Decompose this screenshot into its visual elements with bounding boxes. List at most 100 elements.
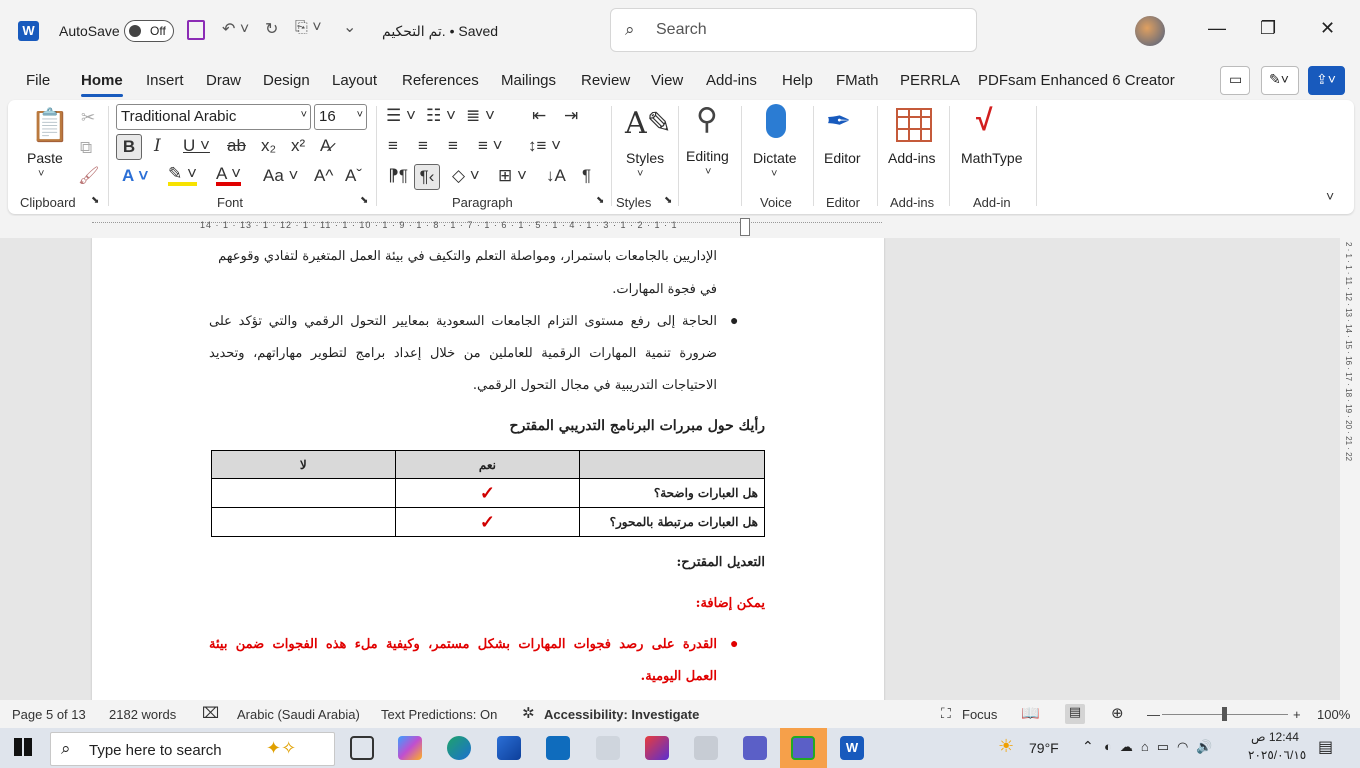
tab-fmath[interactable]: FMath bbox=[836, 72, 879, 89]
share-button[interactable]: ⇪˅ bbox=[1308, 66, 1345, 95]
justify-icon[interactable]: ≡ ˅ bbox=[478, 136, 503, 156]
editing-icon[interactable]: ⚲ bbox=[696, 102, 718, 137]
ltr-icon[interactable]: ⁋¶ bbox=[388, 166, 408, 186]
borders-icon[interactable]: ⊞ ˅ bbox=[498, 166, 527, 186]
cut-icon[interactable]: ✂ bbox=[81, 108, 95, 128]
grow-font-icon[interactable]: A^ bbox=[314, 166, 333, 186]
add-ins-icon[interactable] bbox=[896, 108, 932, 142]
notifications-icon[interactable]: ▤ bbox=[1318, 737, 1333, 757]
paste-format-icon[interactable]: ⎘ ˅ bbox=[295, 19, 322, 37]
font-launcher-icon[interactable]: ⬊ bbox=[360, 195, 368, 206]
document-page[interactable]: الإداريين بالجامعات باستمرار، ومواصلة ال… bbox=[92, 238, 884, 700]
minimize-icon[interactable]: — bbox=[1208, 18, 1226, 39]
edge-icon[interactable] bbox=[447, 736, 471, 760]
tab-review[interactable]: Review bbox=[581, 72, 630, 89]
show-hidden-icons[interactable]: ⌃ bbox=[1082, 738, 1094, 755]
paragraph-launcher-icon[interactable]: ⬊ bbox=[596, 195, 604, 206]
dictate-dropdown-icon[interactable]: ˅ bbox=[771, 168, 777, 180]
editor-icon[interactable]: ✒ bbox=[826, 104, 851, 139]
zoom-in-icon[interactable]: + bbox=[1293, 707, 1301, 722]
strikethrough-button[interactable]: ab bbox=[227, 136, 246, 156]
comments-button[interactable]: ▭ bbox=[1220, 66, 1250, 95]
clipboard-launcher-icon[interactable]: ⬊ bbox=[91, 195, 99, 206]
mathtype-button[interactable]: MathType bbox=[961, 150, 1022, 166]
bold-button[interactable]: B bbox=[116, 134, 142, 160]
tab-view[interactable]: View bbox=[651, 72, 683, 89]
underline-button[interactable]: U ˅ bbox=[183, 136, 210, 156]
increase-indent-icon[interactable]: ⇥ bbox=[564, 106, 578, 126]
dictate-button[interactable]: Dictate bbox=[753, 150, 797, 166]
clear-formatting-icon[interactable]: A̷ bbox=[320, 136, 331, 156]
font-name-select[interactable]: Traditional Arabic ˅ bbox=[116, 104, 311, 130]
copilot-icon[interactable] bbox=[398, 736, 422, 760]
decrease-indent-icon[interactable]: ⇤ bbox=[532, 106, 546, 126]
task-view-icon[interactable] bbox=[350, 736, 374, 760]
proofing-icon[interactable]: ⌧ bbox=[202, 704, 219, 722]
focus-button[interactable]: Focus bbox=[962, 707, 997, 722]
accessibility-status[interactable]: Accessibility: Investigate bbox=[544, 707, 699, 722]
restore-icon[interactable]: ❐ bbox=[1260, 18, 1276, 39]
tab-help[interactable]: Help bbox=[782, 72, 813, 89]
tab-insert[interactable]: Insert bbox=[146, 72, 184, 89]
tab-home[interactable]: Home bbox=[81, 72, 123, 97]
editing-dropdown-icon[interactable]: ˅ bbox=[705, 166, 711, 178]
align-right-icon[interactable]: ≡ bbox=[448, 136, 458, 156]
teams-work-icon[interactable] bbox=[791, 736, 815, 760]
styles-dropdown-icon[interactable]: ˅ bbox=[637, 168, 643, 180]
vertical-ruler[interactable]: 2 · 1 · 1 · 11 · 12 · 13 · 14 · 15 · 16 … bbox=[1340, 238, 1360, 700]
customize-qat-icon[interactable]: ⌄ bbox=[343, 17, 356, 37]
add-ins-button[interactable]: Add-ins bbox=[888, 150, 935, 166]
shrink-font-icon[interactable]: Aˇ bbox=[345, 166, 362, 186]
align-center-icon[interactable]: ≡ bbox=[418, 136, 428, 156]
page-count[interactable]: Page 5 of 13 bbox=[12, 707, 86, 722]
microphone-icon[interactable] bbox=[766, 104, 786, 138]
store-icon[interactable] bbox=[497, 736, 521, 760]
tray-icons[interactable]: ◐☁⌂▭◠🔊 bbox=[1104, 739, 1221, 755]
avatar[interactable] bbox=[1135, 16, 1165, 46]
redo-icon[interactable]: ↻ bbox=[265, 19, 278, 39]
collapse-ribbon-icon[interactable]: ˅ bbox=[1326, 188, 1334, 204]
paste-icon[interactable]: 📋 bbox=[30, 106, 70, 144]
change-case-icon[interactable]: Aa ˅ bbox=[263, 166, 298, 186]
sort-icon[interactable]: ↓A bbox=[546, 166, 566, 186]
clock-time[interactable]: 12:44 ص bbox=[1251, 730, 1299, 744]
horizontal-ruler[interactable]: 14 · 1 · 13 · 1 · 12 · 1 · 11 · 1 · 10 ·… bbox=[0, 216, 1360, 238]
tab-add-ins[interactable]: Add-ins bbox=[706, 72, 757, 89]
editing-mode-button[interactable]: ✎˅ bbox=[1261, 66, 1299, 95]
tab-perrla[interactable]: PERRLA bbox=[900, 72, 960, 89]
mathtype-icon[interactable]: √ bbox=[976, 104, 992, 138]
paste-button[interactable]: Paste bbox=[27, 150, 63, 166]
document-title[interactable]: تم التحكيم. • Saved bbox=[382, 23, 498, 40]
highlight-icon[interactable]: ✎ ˅ bbox=[168, 165, 197, 186]
rtl-button[interactable]: ¶‹ bbox=[414, 164, 440, 190]
show-marks-icon[interactable]: ¶ bbox=[582, 166, 591, 186]
tab-mailings[interactable]: Mailings bbox=[501, 72, 556, 89]
paste-dropdown-icon[interactable]: ˅ bbox=[38, 168, 44, 180]
line-spacing-icon[interactable]: ↕≡ ˅ bbox=[528, 136, 561, 156]
teams-icon[interactable] bbox=[743, 736, 767, 760]
multilevel-list-icon[interactable]: ≣ ˅ bbox=[466, 106, 495, 126]
editor-button[interactable]: Editor bbox=[824, 150, 861, 166]
search-box[interactable]: ⌕ Search bbox=[610, 8, 977, 52]
app-icon[interactable] bbox=[596, 736, 620, 760]
zoom-level[interactable]: 100% bbox=[1317, 707, 1350, 722]
align-left-icon[interactable]: ≡ bbox=[388, 136, 398, 156]
read-mode-icon[interactable]: 📖 bbox=[1021, 704, 1040, 722]
styles-button[interactable]: Styles bbox=[626, 150, 664, 166]
tab-file[interactable]: File bbox=[26, 72, 50, 89]
weather-temp[interactable]: 79°F bbox=[1029, 740, 1059, 756]
start-button[interactable] bbox=[14, 738, 32, 756]
styles-launcher-icon[interactable]: ⬊ bbox=[664, 195, 672, 206]
text-predictions[interactable]: Text Predictions: On bbox=[381, 707, 497, 722]
word-count[interactable]: 2182 words bbox=[109, 707, 176, 722]
italic-button[interactable]: I bbox=[154, 136, 161, 156]
word-taskbar-icon[interactable]: W bbox=[840, 736, 864, 760]
tab-layout[interactable]: Layout bbox=[332, 72, 377, 89]
outlook-icon[interactable] bbox=[546, 736, 570, 760]
subscript-button[interactable]: x₂ bbox=[261, 136, 276, 156]
close-icon[interactable]: ✕ bbox=[1320, 18, 1335, 39]
tab-references[interactable]: References bbox=[402, 72, 479, 89]
clock-date[interactable]: ٢٠٢٥/٠٦/١٥ bbox=[1248, 748, 1306, 762]
web-layout-icon[interactable]: ⊕ bbox=[1111, 704, 1124, 722]
tab-design[interactable]: Design bbox=[263, 72, 310, 89]
